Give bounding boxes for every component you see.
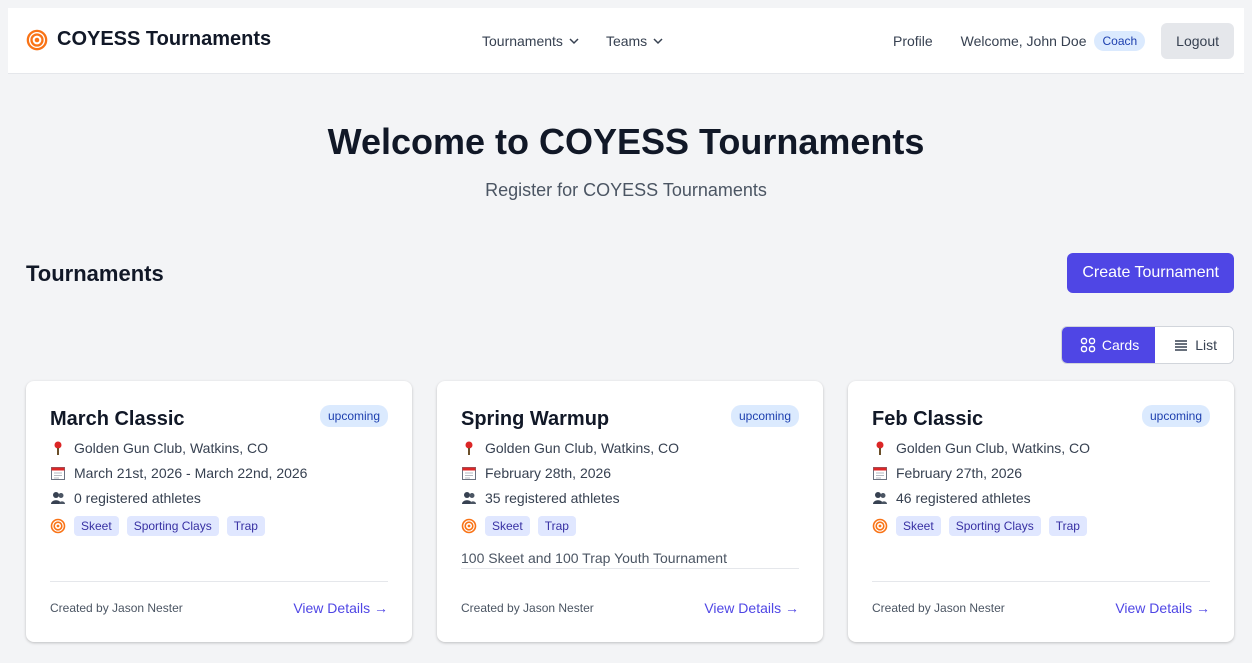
- dates-row: March 21st, 2026 - March 22nd, 2026: [50, 465, 388, 481]
- tournament-title: Feb Classic: [872, 408, 984, 430]
- created-by: Created by Jason Nester: [461, 601, 594, 615]
- chevron-down-icon: [653, 38, 663, 45]
- status-badge: upcoming: [319, 405, 388, 427]
- nav-teams[interactable]: Teams: [606, 33, 664, 49]
- welcome-text: Welcome, John Doe: [960, 33, 1087, 49]
- list-icon: [1175, 340, 1188, 351]
- athletes-row: 46 registered athletes: [872, 490, 1210, 506]
- tournament-title: Spring Warmup: [461, 408, 610, 430]
- nav-teams-label: Teams: [605, 33, 648, 49]
- tournament-card: March Classic upcoming Golden Gun Club, …: [26, 381, 412, 642]
- calendar-icon: [873, 467, 887, 480]
- discipline-tag: Skeet: [485, 516, 530, 536]
- location-row: Golden Gun Club, Watkins, CO: [461, 440, 799, 456]
- location-text: Golden Gun Club, Watkins, CO: [896, 440, 1091, 456]
- tournament-card: Spring Warmup upcoming Golden Gun Club, …: [437, 381, 823, 642]
- view-details-link[interactable]: View Details →: [704, 600, 799, 616]
- athletes-text: 0 registered athletes: [74, 490, 201, 506]
- athletes-row: 35 registered athletes: [461, 490, 799, 506]
- view-toggle: Cards List: [1060, 326, 1234, 364]
- card-footer: Created by Jason Nester View Details →: [461, 582, 799, 616]
- athletes-text: 35 registered athletes: [485, 490, 620, 506]
- location-row: Golden Gun Club, Watkins, CO: [50, 440, 388, 456]
- status-badge: upcoming: [730, 405, 799, 427]
- discipline-tags: Skeet Sporting Clays Trap: [50, 516, 388, 536]
- calendar-icon: [462, 467, 476, 480]
- top-navbar: COYESS Tournaments Tournaments Teams Pro…: [8, 8, 1244, 74]
- users-icon: [873, 492, 887, 504]
- welcome-block: Welcome, John Doe Coach: [961, 31, 1146, 51]
- main-nav: Tournaments Teams: [482, 33, 664, 49]
- view-details-link[interactable]: View Details →: [1115, 600, 1210, 616]
- card-footer: Created by Jason Nester View Details →: [872, 581, 1210, 616]
- hero-title: Welcome to COYESS Tournaments: [327, 121, 925, 162]
- athletes-text: 46 registered athletes: [896, 490, 1031, 506]
- target-icon: [872, 518, 888, 534]
- nav-tournaments-label: Tournaments: [482, 33, 563, 49]
- discipline-tag: Sporting Clays: [126, 516, 219, 536]
- pin-icon: [54, 441, 62, 455]
- create-tournament-button[interactable]: Create Tournament: [1067, 253, 1234, 293]
- discipline-tag: Trap: [1048, 516, 1087, 536]
- section-title: Tournaments: [26, 261, 164, 286]
- card-header: Spring Warmup upcoming: [461, 405, 799, 431]
- athletes-row: 0 registered athletes: [50, 490, 388, 506]
- location-text: Golden Gun Club, Watkins, CO: [485, 440, 680, 456]
- cards-view-label: Cards: [1101, 337, 1140, 353]
- location-text: Golden Gun Club, Watkins, CO: [74, 440, 269, 456]
- view-details-link[interactable]: View Details →: [293, 600, 388, 616]
- card-footer: Created by Jason Nester View Details →: [50, 581, 388, 616]
- tournament-description: 100 Skeet and 100 Trap Youth Tournament: [461, 550, 799, 569]
- cards-view-button[interactable]: Cards: [1061, 327, 1156, 363]
- target-icon: [461, 518, 477, 534]
- users-icon: [51, 492, 65, 504]
- pin-icon: [876, 441, 884, 455]
- created-by: Created by Jason Nester: [872, 601, 1005, 615]
- nav-tournaments[interactable]: Tournaments: [482, 33, 580, 49]
- dates-row: February 27th, 2026: [872, 465, 1210, 481]
- list-view-label: List: [1195, 337, 1217, 353]
- discipline-tag: Sporting Clays: [948, 516, 1041, 536]
- user-area: Profile Welcome, John Doe Coach Logout: [893, 23, 1234, 59]
- chevron-down-icon: [569, 38, 579, 45]
- card-header: Feb Classic upcoming: [872, 405, 1210, 431]
- users-icon: [462, 492, 476, 504]
- list-view-button[interactable]: List: [1155, 327, 1233, 363]
- discipline-tag: Trap: [537, 516, 576, 536]
- grid-icon: [1080, 337, 1096, 353]
- brand-title: COYESS Tournaments: [57, 28, 272, 50]
- calendar-icon: [51, 467, 65, 480]
- hero-subtitle: Register for COYESS Tournaments: [485, 180, 767, 200]
- target-icon: [26, 29, 48, 50]
- discipline-tags: Skeet Trap: [461, 516, 799, 536]
- discipline-tag: Trap: [226, 516, 265, 536]
- status-badge: upcoming: [1141, 405, 1210, 427]
- tournament-cards: March Classic upcoming Golden Gun Club, …: [26, 381, 1234, 642]
- profile-link[interactable]: Profile: [893, 33, 933, 49]
- pin-icon: [465, 441, 473, 455]
- tournament-card: Feb Classic upcoming Golden Gun Club, Wa…: [848, 381, 1234, 642]
- dates-text: March 21st, 2026 - March 22nd, 2026: [74, 465, 308, 481]
- discipline-tag: Skeet: [896, 516, 941, 536]
- brand[interactable]: COYESS Tournaments: [26, 28, 271, 51]
- created-by: Created by Jason Nester: [50, 601, 183, 615]
- card-header: March Classic upcoming: [50, 405, 388, 431]
- discipline-tags: Skeet Sporting Clays Trap: [872, 516, 1210, 536]
- tournament-title: March Classic: [50, 408, 185, 430]
- dates-row: February 28th, 2026: [461, 465, 799, 481]
- target-icon: [50, 518, 66, 534]
- location-row: Golden Gun Club, Watkins, CO: [872, 440, 1210, 456]
- logout-button[interactable]: Logout: [1161, 23, 1234, 59]
- role-badge: Coach: [1094, 31, 1146, 51]
- dates-text: February 28th, 2026: [485, 465, 612, 481]
- dates-text: February 27th, 2026: [896, 465, 1023, 481]
- discipline-tag: Skeet: [74, 516, 119, 536]
